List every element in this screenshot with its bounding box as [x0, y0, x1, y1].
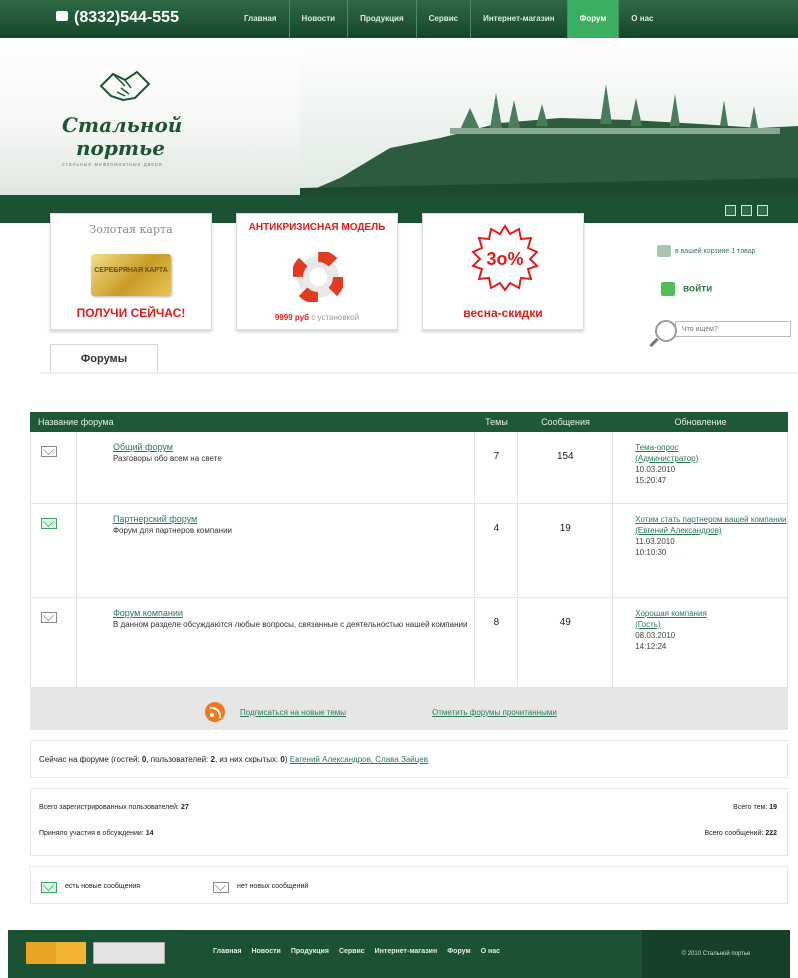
forum-link[interactable]: Форум компании	[113, 608, 183, 618]
forum-stats: Всего зарегистрированных пользователей: …	[30, 788, 788, 856]
nav-about[interactable]: О нас	[618, 0, 665, 38]
forum-table: Название форума Темы Сообщения Обновлени…	[30, 412, 788, 688]
online-user-links[interactable]: Евгений Александров, Слава Зайцев	[290, 755, 428, 764]
logo-tagline: стальные межкомнатные двери	[62, 162, 163, 168]
promo-gold-card[interactable]: Золотая карта СЕРЕБРЯНАЯ КАРТА ПОЛУЧИ СЕ…	[50, 213, 212, 330]
home-icon[interactable]	[757, 205, 768, 216]
handshake-logo-icon	[99, 70, 151, 102]
arrow-icon	[56, 942, 86, 964]
author-link[interactable]: (Гость)	[635, 619, 787, 630]
footer-nav-forum[interactable]: Форум	[447, 948, 470, 955]
partner-badge[interactable]	[26, 942, 56, 964]
main-nav: Главная Новости Продукция Сервис Интерне…	[232, 0, 665, 38]
cart-info[interactable]: в вашей корзине 1 товар	[657, 245, 797, 257]
forum-table-header: Название форума Темы Сообщения Обновлени…	[30, 412, 788, 432]
login-link[interactable]: войти	[661, 282, 712, 296]
discount-seal-icon: 3о%	[471, 224, 539, 292]
logo-text-line1: Стальной	[62, 113, 183, 137]
forum-link[interactable]: Партнерский форум	[113, 514, 197, 524]
subscribe-link[interactable]: Подписаться на новые темы	[240, 708, 346, 717]
copyright: © 2010 Стальной портье	[642, 930, 790, 978]
author-link[interactable]: (Евгений Александров)	[635, 525, 787, 536]
envelope-icon	[213, 882, 229, 893]
svg-text:3о%: 3о%	[486, 249, 523, 269]
page-tools	[725, 205, 768, 216]
nav-products[interactable]: Продукция	[347, 0, 416, 38]
nav-forum[interactable]: Форум	[566, 0, 619, 38]
logo-text-line2: портье	[76, 136, 165, 160]
nav-service[interactable]: Сервис	[415, 0, 470, 38]
promo-spring-sale[interactable]: 3о% весна-скидки	[422, 213, 584, 330]
gold-card-image: СЕРЕБРЯНАЯ КАРТА	[91, 254, 171, 296]
envelope-icon	[41, 446, 57, 457]
footer-nav-shop[interactable]: Интернет-магазин	[375, 948, 438, 955]
nav-home[interactable]: Главная	[232, 0, 289, 38]
print-icon[interactable]	[725, 205, 736, 216]
footer-nav-products[interactable]: Продукция	[291, 948, 329, 955]
footer-nav-home[interactable]: Главная	[213, 948, 241, 955]
search-input[interactable]	[675, 321, 791, 337]
tab-forums[interactable]: Форумы	[50, 344, 158, 372]
login-icon	[661, 282, 675, 296]
last-topic-link[interactable]: Хотим стать партнером вашей компании	[635, 514, 787, 525]
kremlin-photo	[300, 38, 798, 195]
rss-icon[interactable]	[205, 702, 225, 722]
header-banner: Стальной портье стальные межкомнатные дв…	[0, 38, 798, 195]
author-link[interactable]: (Администратор)	[635, 453, 787, 464]
search-icon[interactable]	[655, 320, 677, 342]
mail-icon[interactable]	[741, 205, 752, 216]
forum-link[interactable]: Общий форум	[113, 442, 173, 452]
footer-nav-news[interactable]: Новости	[251, 948, 280, 955]
envelope-new-icon	[41, 518, 57, 529]
icon-legend: есть новые сообщения нет новых сообщений	[30, 866, 788, 904]
table-row: Общий форум Разговоры обо всем на свете …	[30, 432, 788, 504]
footer-nav-about[interactable]: О нас	[481, 948, 500, 955]
envelope-new-icon	[41, 882, 57, 893]
cart-icon	[657, 245, 671, 257]
footer-nav-service[interactable]: Сервис	[339, 948, 365, 955]
promo-anticrisis[interactable]: АНТИКРИЗИСНАЯ МОДЕЛЬ 9999 руб с установк…	[236, 213, 398, 330]
nav-news[interactable]: Новости	[288, 0, 348, 38]
online-users: Сейчас на форуме (гостей: 0, пользовател…	[30, 740, 788, 778]
table-row: Форум компании В данном разделе обсуждаю…	[30, 598, 788, 688]
table-row: Партнерский форум Форум для партнеров ко…	[30, 504, 788, 598]
phone-icon	[56, 11, 68, 21]
nav-shop[interactable]: Интернет-магазин	[470, 0, 566, 38]
phone-number: (8332)544-555	[56, 9, 179, 27]
footer-nav: Главная Новости Продукция Сервис Интерне…	[213, 948, 500, 955]
lifebuoy-icon	[293, 252, 343, 302]
mark-read-link[interactable]: Отметить форумы прочитанными	[432, 708, 557, 717]
last-topic-link[interactable]: Тема-опрос	[635, 442, 787, 453]
envelope-icon	[41, 612, 57, 623]
counter-badge[interactable]	[93, 942, 165, 964]
top-bar: (8332)544-555 Главная Новости Продукция …	[0, 0, 798, 38]
subscribe-bar: Подписаться на новые темы Отметить форум…	[30, 688, 788, 730]
footer: Главная Новости Продукция Сервис Интерне…	[8, 930, 790, 978]
last-topic-link[interactable]: Хорошая компания	[635, 608, 787, 619]
